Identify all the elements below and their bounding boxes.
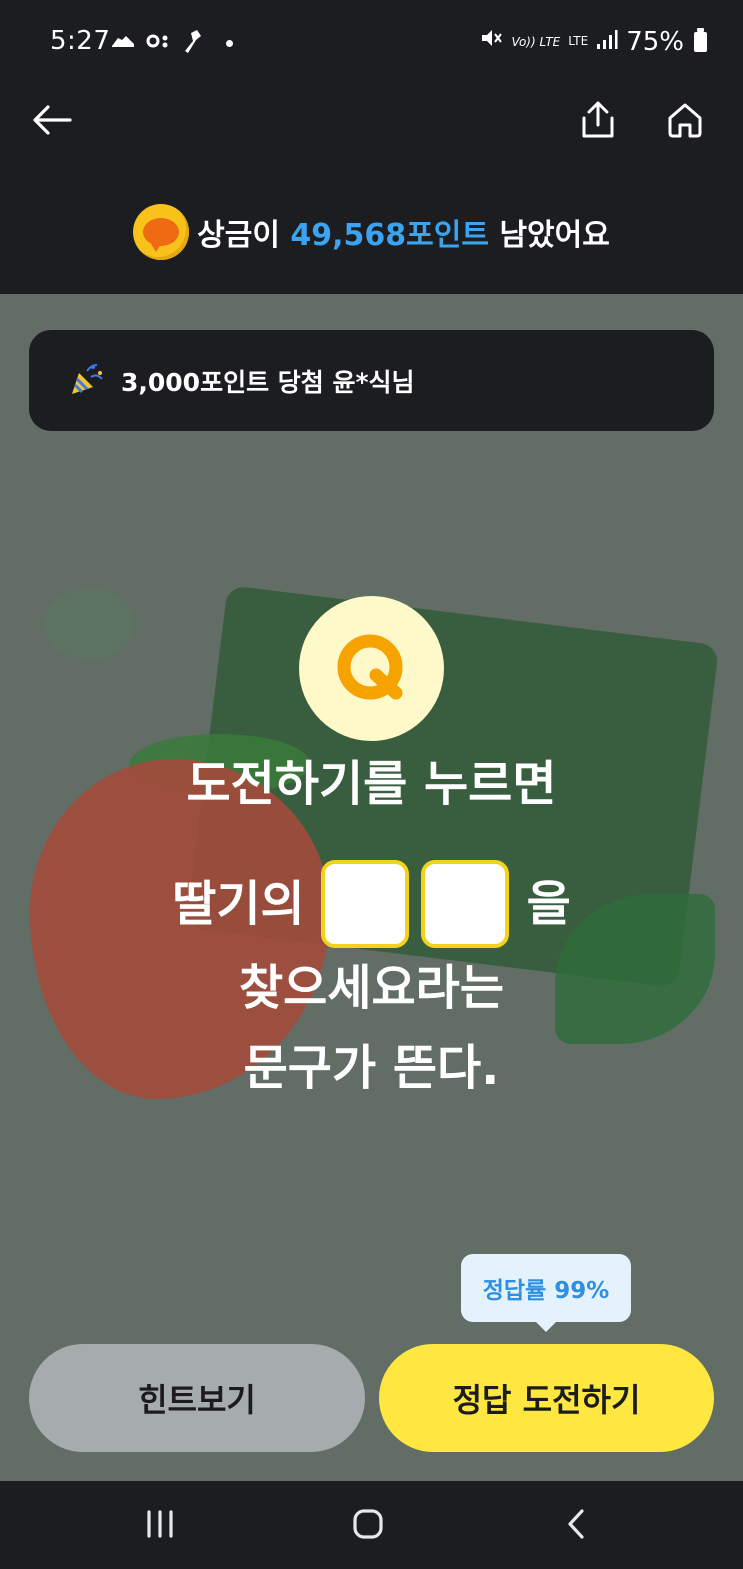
- share-button[interactable]: [572, 96, 624, 148]
- question-line-2: 딸기의 을: [0, 860, 743, 948]
- notification-dot-icon: [226, 39, 233, 47]
- q-badge-icon: [299, 596, 444, 741]
- battery-icon: [694, 27, 707, 52]
- mute-icon: [479, 26, 503, 57]
- home-button[interactable]: [659, 96, 711, 148]
- quiz-question: 도전하기를 누르면 딸기의 을 찾으세요라는 문구가 뜬다.: [0, 754, 743, 1132]
- volte-label: Vo)) LTE: [511, 34, 561, 49]
- prize-suffix: 남았어요: [499, 218, 610, 253]
- status-time: 5:27: [50, 26, 111, 56]
- system-home-button[interactable]: [343, 1501, 393, 1551]
- sneaker-icon: [110, 32, 136, 54]
- answer-blank-1: [320, 860, 409, 948]
- status-bar: 5:27 Vo)) LTE LTE 75%: [0, 0, 743, 86]
- prize-amount: 49,568포인트: [290, 218, 489, 253]
- status-left-icons: [110, 30, 233, 56]
- back-chevron-icon: [566, 1508, 586, 1544]
- winner-text: 3,000포인트 당첨 윤*식님: [121, 367, 415, 397]
- hint-button[interactable]: 힌트보기: [29, 1344, 365, 1452]
- link-icon: [146, 32, 172, 54]
- q-letter-icon: [337, 634, 402, 699]
- system-nav-bar: [0, 1481, 743, 1569]
- answer-challenge-button[interactable]: 정답 도전하기: [379, 1344, 714, 1452]
- speech-coin-icon: [133, 204, 190, 260]
- tool-icon: [182, 28, 204, 58]
- recent-apps-button[interactable]: [135, 1501, 185, 1551]
- party-popper-icon: [69, 361, 105, 401]
- prize-prefix: 상금이: [197, 218, 280, 253]
- winner-banner: 3,000포인트 당첨 윤*식님: [29, 330, 714, 431]
- question-line-3: 찾으세요라는: [239, 960, 504, 1016]
- recent-apps-icon: [145, 1510, 175, 1542]
- arrow-left-icon: [32, 104, 72, 140]
- home-circle-icon: [352, 1508, 384, 1544]
- lte-label: LTE: [568, 34, 589, 48]
- question-line-4: 문구가 뜬다.: [243, 1040, 500, 1096]
- status-right-icons: Vo)) LTE LTE 75%: [479, 26, 707, 57]
- question-word-before: 딸기의: [172, 876, 305, 932]
- quiz-area: 3,000포인트 당첨 윤*식님 도전하기를 누르면 딸기의 을 찾으세요라는 …: [0, 294, 743, 1481]
- background-leaf-image: [45, 589, 135, 659]
- share-icon: [581, 101, 615, 143]
- signal-icon: [596, 27, 618, 57]
- back-button[interactable]: [26, 96, 78, 148]
- home-icon: [667, 102, 703, 142]
- app-header: 상금이 49,568포인트 남았어요: [0, 86, 743, 294]
- question-line-1: 도전하기를 누르면: [186, 756, 557, 812]
- system-back-button[interactable]: [551, 1501, 601, 1551]
- answer-blank-2: [420, 860, 509, 948]
- answer-rate-tooltip: 정답률 99%: [461, 1254, 631, 1332]
- question-word-after: 을: [526, 876, 571, 932]
- prize-remaining: 상금이 49,568포인트 남았어요: [0, 202, 743, 262]
- battery-percent: 75%: [626, 26, 684, 57]
- prize-text: 상금이 49,568포인트 남았어요: [197, 210, 610, 254]
